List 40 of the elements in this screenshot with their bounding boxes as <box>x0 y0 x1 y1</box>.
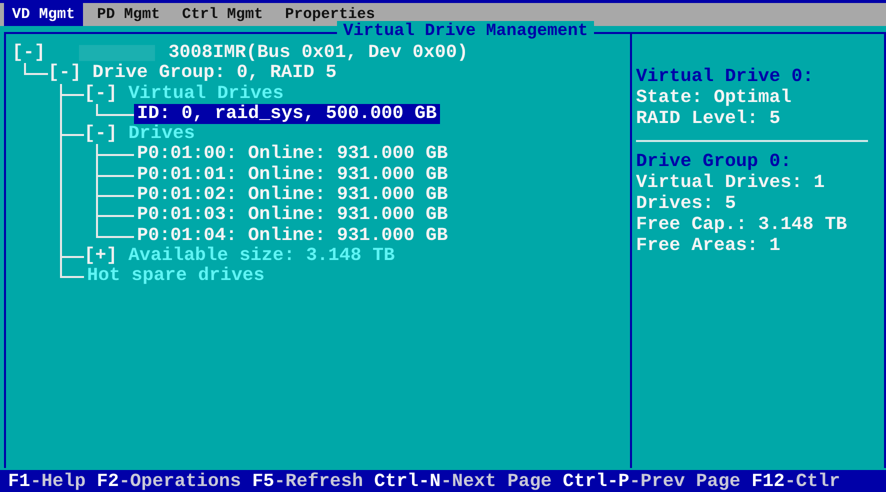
info-text: Free Areas: 1 <box>636 235 782 256</box>
expand-toggle[interactable]: [-] <box>84 124 118 144</box>
shortcut-key: Ctrl-P <box>562 470 630 492</box>
info-text: State: Optimal <box>636 87 792 108</box>
tree-item[interactable]: ID: 0, raid_sys, 500.000 GB <box>134 104 440 124</box>
tree-item[interactable]: P0:01:02: Online: 931.000 GB <box>134 185 451 206</box>
tab[interactable]: VD Mgmt <box>4 3 84 26</box>
tab[interactable]: Ctrl Mgmt <box>174 3 272 26</box>
info-text: Virtual Drives: 1 <box>636 172 826 193</box>
tree-item[interactable]: P0:01:01: Online: 931.000 GB <box>134 164 451 186</box>
tree-item[interactable]: Drive Group: 0, RAID 5 <box>89 63 340 84</box>
shortcut-key: F5 <box>252 470 274 492</box>
info-text: Free Cap.: 3.148 TB <box>636 214 848 235</box>
info-text: RAID Level: 5 <box>636 108 782 129</box>
tree-item[interactable]: P0:01:04: Online: 931.000 GB <box>134 226 451 246</box>
tree-item[interactable]: 3008IMR(Bus 0x01, Dev 0x00) <box>165 43 472 64</box>
expand-toggle[interactable]: [+] <box>84 246 118 266</box>
expand-toggle[interactable]: [-] <box>48 63 82 84</box>
section-heading: Drive Group 0: <box>636 151 792 172</box>
info-text: Drives: 5 <box>636 193 737 214</box>
tree-item[interactable]: Drives <box>125 124 198 144</box>
tab[interactable]: PD Mgmt <box>89 3 168 26</box>
section-heading: Virtual Drive 0: <box>636 66 815 87</box>
shortcut-label: -Refresh <box>274 470 364 492</box>
tree-item[interactable]: Available size: 3.148 TB <box>125 246 398 266</box>
shortcut-label: -Operations <box>118 470 242 492</box>
shortcut-label: -Help <box>30 470 86 492</box>
shortcut-key: F2 <box>96 470 119 492</box>
shortcut-key: Ctrl-N <box>374 470 441 492</box>
tree-item[interactable]: P0:01:00: Online: 931.000 GB <box>134 144 451 165</box>
tree-item[interactable]: Virtual Drives <box>125 84 287 104</box>
expand-toggle[interactable]: [-] <box>84 84 118 104</box>
shortcut-key: F1 <box>8 470 30 492</box>
tree-item[interactable]: Hot spare drives <box>84 266 268 287</box>
expand-toggle[interactable]: [-] <box>12 43 46 64</box>
shortcut-label: -Prev Page <box>629 470 740 492</box>
shortcut-label: -Ctlr <box>784 470 840 492</box>
tree-item[interactable]: P0:01:03: Online: 931.000 GB <box>134 205 451 226</box>
shortcut-label: -Next Page <box>440 470 552 492</box>
shortcut-key: F12 <box>751 470 785 492</box>
